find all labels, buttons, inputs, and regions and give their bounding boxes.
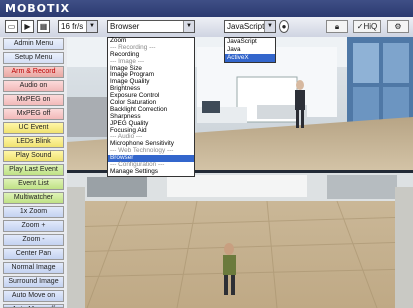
title-bar: MOBOTIX <box>0 0 413 17</box>
leds-blink-button[interactable]: LEDs Blink <box>3 136 64 148</box>
live-view-icon[interactable]: ▭ <box>5 20 18 33</box>
viewer-select-value: Browser <box>110 22 140 31</box>
normal-image-button[interactable]: Normal Image <box>3 262 64 274</box>
arm-record-button[interactable]: Arm & Record <box>3 66 64 78</box>
chevron-down-icon: ▼ <box>183 21 194 32</box>
tech-option-javascript[interactable]: JavaScript <box>225 38 275 46</box>
viewer-select[interactable]: Browser ▼ <box>107 20 195 33</box>
frame-rate-select[interactable]: 16 fr/s ▼ <box>58 20 98 33</box>
auto-move-off-button[interactable]: Auto Move off <box>3 304 64 308</box>
frame-rate-value: 16 fr/s <box>61 22 84 31</box>
multiwatcher-button[interactable]: Multiwatcher <box>3 192 64 204</box>
technology-dropdown-menu: JavaScript Java ActiveX <box>224 37 276 63</box>
tech-option-java[interactable]: Java <box>225 46 275 54</box>
mxpeg-off-button[interactable]: MxPEG off <box>3 108 64 120</box>
lock-button[interactable]: 🔒︎ <box>326 20 348 33</box>
camera-settings-button[interactable]: ⚙ <box>387 20 409 33</box>
sidebar: Admin Menu Setup Menu Arm & Record Audio… <box>0 37 67 308</box>
chevron-down-icon: ▼ <box>86 21 97 32</box>
play-icon[interactable]: ▶ <box>21 20 34 33</box>
uc-event-button[interactable]: UC Event <box>3 122 64 134</box>
setup-menu-button[interactable]: Setup Menu <box>3 52 64 64</box>
admin-menu-button[interactable]: Admin Menu <box>3 38 64 50</box>
zoom-in-button[interactable]: Zoom + <box>3 220 64 232</box>
auto-move-on-button[interactable]: Auto Move on <box>3 290 64 302</box>
info-icon[interactable]: ● <box>279 20 289 33</box>
technology-select-value: JavaScript <box>227 22 265 31</box>
surround-image-button[interactable]: Surround Image <box>3 276 64 288</box>
play-last-event-button[interactable]: Play Last Event <box>3 164 64 176</box>
camera-icon: ⚙ <box>394 22 402 31</box>
center-pan-button[interactable]: Center Pan <box>3 248 64 260</box>
chevron-down-icon: ▼ <box>264 21 275 32</box>
zoom-1x-button[interactable]: 1x Zoom <box>3 206 64 218</box>
tech-option-activex[interactable]: ActiveX <box>225 54 275 62</box>
toolbar: ▭ ▶ ▦ 16 fr/s ▼ Browser ▼ JavaScript ▼ ●… <box>0 17 413 38</box>
camera-viewer-window: MOBOTIX ▭ ▶ ▦ 16 fr/s ▼ Browser ▼ JavaSc… <box>0 0 413 308</box>
hiq-button[interactable]: ✓HiQ <box>353 20 381 33</box>
hiq-label: HiQ <box>363 22 378 31</box>
zoom-out-button[interactable]: Zoom - <box>3 234 64 246</box>
event-list-button[interactable]: Event List <box>3 178 64 190</box>
mxpeg-on-button[interactable]: MxPEG on <box>3 94 64 106</box>
technology-select[interactable]: JavaScript ▼ <box>224 20 276 33</box>
lock-icon: 🔒︎ <box>334 22 340 31</box>
audio-on-button[interactable]: Audio on <box>3 80 64 92</box>
brand-logo: MOBOTIX <box>5 2 71 15</box>
viewer-dropdown-menu: Zoom --- Recording --- Recording --- Ima… <box>107 37 195 177</box>
menu-item-manage-settings[interactable]: Manage Settings <box>108 168 194 176</box>
play-sound-button[interactable]: Play Sound <box>3 150 64 162</box>
multiview-icon[interactable]: ▦ <box>37 20 50 33</box>
